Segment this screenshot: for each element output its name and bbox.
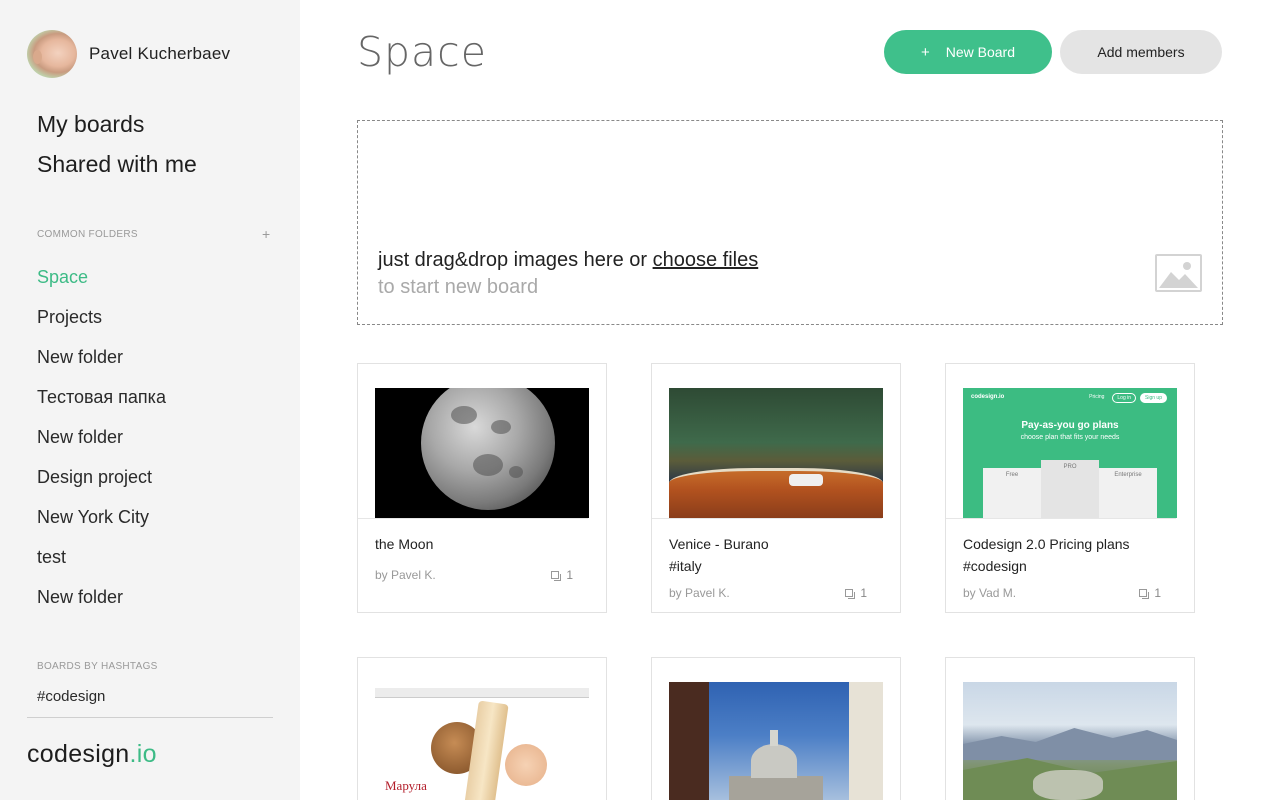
card-divider: [652, 518, 882, 519]
board-card[interactable]: Venice - Burano #italy by Pavel K. 1: [651, 363, 901, 613]
sidebar: Pavel Kucherbaev My boards Shared with m…: [0, 0, 300, 800]
folder-item-space[interactable]: Space: [37, 263, 166, 303]
board-image-count: 1: [1139, 586, 1161, 600]
thumb-nav-item: Sign up: [1140, 393, 1167, 403]
board-thumbnail[interactable]: [375, 388, 589, 518]
count-value: 1: [860, 586, 867, 600]
thumb-subheading: choose plan that fits your needs: [1020, 434, 1120, 441]
board-image-count: 1: [845, 586, 867, 600]
image-icon: [1155, 254, 1202, 292]
images-icon: [551, 571, 562, 581]
count-value: 1: [1154, 586, 1161, 600]
card-divider: [946, 518, 1176, 519]
logo[interactable]: codesign.io: [27, 740, 157, 769]
thumb-logo: codesign.io: [971, 394, 1005, 400]
board-thumbnail[interactable]: [669, 388, 883, 518]
dropzone-subtext: to start new board: [378, 276, 539, 298]
thumb-brand-text: Марула: [385, 778, 427, 793]
logo-text: codesign: [27, 740, 130, 768]
board-author: by Pavel K.: [375, 568, 436, 582]
folder-item-new-folder[interactable]: New folder: [37, 583, 166, 623]
board-card[interactable]: [945, 657, 1195, 800]
board-title-text: Codesign 2.0 Pricing plans: [963, 536, 1130, 552]
upload-dropzone[interactable]: just drag&drop images here or choose fil…: [357, 120, 1223, 325]
logo-accent: .io: [129, 740, 157, 768]
board-title: the Moon: [375, 533, 433, 555]
nav-shared-with-me[interactable]: Shared with me: [37, 148, 197, 188]
thumb-tier: PRO: [1041, 460, 1099, 518]
folder-item-design-project[interactable]: Design project: [37, 463, 166, 503]
thumb-tier: Free: [983, 468, 1041, 518]
dropzone-instructions: just drag&drop images here or: [378, 249, 653, 271]
folder-item-new-york-city[interactable]: New York City: [37, 503, 166, 543]
board-thumbnail[interactable]: Марула: [375, 682, 589, 800]
new-board-button[interactable]: + New Board: [884, 30, 1052, 74]
add-members-button[interactable]: Add members: [1060, 30, 1222, 74]
hashtags-label: BOARDS BY HASHTAGS: [37, 661, 158, 672]
plus-icon: +: [920, 43, 930, 61]
choose-files-link[interactable]: choose files: [653, 249, 759, 271]
folder-item-new-folder[interactable]: New folder: [37, 423, 166, 463]
card-divider: [358, 518, 588, 519]
board-title-text: the Moon: [375, 536, 434, 552]
main-nav: My boards Shared with me: [37, 108, 197, 188]
add-folder-button[interactable]: +: [262, 226, 270, 242]
folder-item-projects[interactable]: Projects: [37, 303, 166, 343]
user-profile[interactable]: Pavel Kucherbaev: [27, 30, 230, 78]
page-title: Space: [357, 28, 487, 76]
board-image-count: 1: [551, 568, 573, 582]
sidebar-divider: [27, 717, 273, 718]
board-author: by Pavel K.: [669, 586, 730, 600]
count-value: 1: [566, 568, 573, 582]
board-thumbnail[interactable]: [669, 682, 883, 800]
images-icon: [845, 589, 856, 599]
board-card[interactable]: codesign.io Pricing Log in Sign up Pay-a…: [945, 363, 1195, 613]
hashtag-item[interactable]: #codesign: [37, 688, 105, 705]
thumb-tier: Enterprise: [1099, 468, 1157, 518]
board-author: by Vad M.: [963, 586, 1017, 600]
thumb-nav-item: Log in: [1112, 393, 1137, 403]
dropzone-text: just drag&drop images here or choose fil…: [378, 249, 758, 272]
board-card[interactable]: Марула: [357, 657, 607, 800]
folder-list: Space Projects New folder Тестовая папка…: [37, 263, 166, 623]
folder-item-new-folder[interactable]: New folder: [37, 343, 166, 383]
images-icon: [1139, 589, 1150, 599]
folder-item-test-folder-ru[interactable]: Тестовая папка: [37, 383, 166, 423]
common-folders-label: COMMON FOLDERS: [37, 229, 138, 240]
thumb-nav-item: Pricing: [1089, 394, 1105, 400]
board-thumbnail[interactable]: [963, 682, 1177, 800]
new-board-label: New Board: [945, 44, 1016, 60]
user-name: Pavel Kucherbaev: [89, 44, 231, 63]
board-thumbnail[interactable]: codesign.io Pricing Log in Sign up Pay-a…: [963, 388, 1177, 518]
avatar[interactable]: [27, 30, 77, 78]
board-title: Codesign 2.0 Pricing plans #codesign: [963, 533, 1130, 577]
board-card[interactable]: [651, 657, 901, 800]
nav-my-boards[interactable]: My boards: [37, 108, 197, 148]
board-card[interactable]: the Moon by Pavel K. 1: [357, 363, 607, 613]
board-hashtag[interactable]: #codesign: [963, 555, 1130, 577]
board-hashtag[interactable]: #italy: [669, 555, 769, 577]
board-title: Venice - Burano #italy: [669, 533, 769, 577]
board-title-text: Venice - Burano: [669, 536, 769, 552]
thumb-heading: Pay-as-you go plans: [1021, 420, 1119, 431]
folder-item-test[interactable]: test: [37, 543, 166, 583]
